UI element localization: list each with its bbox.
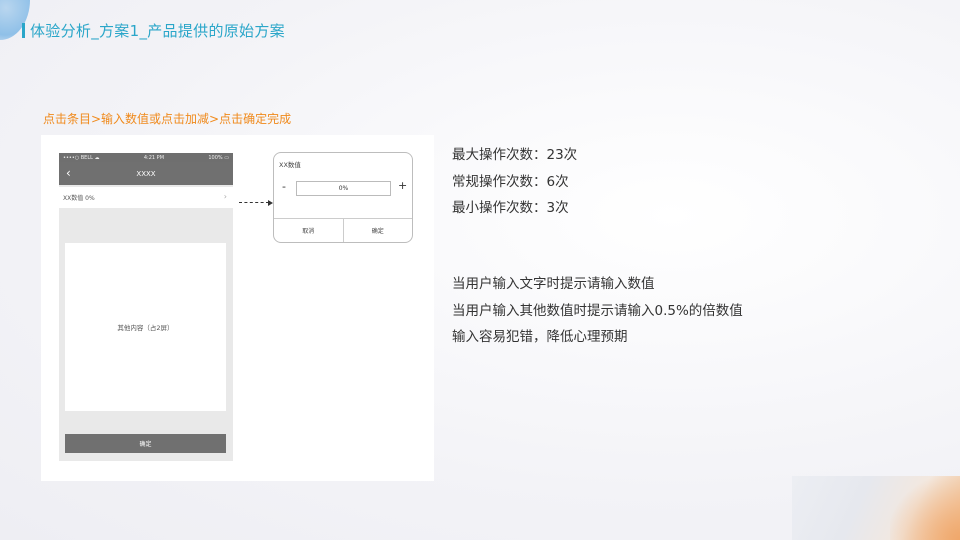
stat-max-operations: 最大操作次数：23次: [452, 147, 578, 163]
title-accent-bar: [22, 22, 25, 38]
note-multiple-value: 当用户输入其他数值时提示请输入0.5%的倍数值: [452, 302, 743, 319]
nav-bar: ‹ XXXX: [59, 162, 233, 185]
confirm-button[interactable]: 确定: [65, 434, 226, 453]
dialog-ok-label: 确定: [371, 228, 384, 235]
slide-title-text: 体验分析_方案1_产品提供的原始方案: [30, 21, 285, 40]
operation-stats: 最大操作次数：23次 常规操作次数：6次 最小操作次数：3次: [452, 142, 577, 222]
status-bar: ••••○ BELL ☁ 4:21 PM 100% ▭: [59, 153, 233, 162]
value-input-text: 0%: [338, 185, 349, 192]
dialog-cancel-button[interactable]: 取消: [274, 219, 343, 242]
confirm-button-label: 确定: [139, 441, 152, 448]
mockup-panel: ••••○ BELL ☁ 4:21 PM 100% ▭ ‹ XXXX XX数值 …: [41, 135, 434, 481]
content-placeholder-text: 其他内容（占2屏）: [117, 324, 174, 332]
stat-normal-operations: 常规操作次数：6次: [452, 173, 569, 190]
status-time: 4:21 PM: [143, 154, 165, 161]
list-row-label: XX数值 0%: [63, 195, 95, 202]
dialog-ok-button[interactable]: 确定: [342, 219, 413, 242]
status-battery: 100% ▭: [208, 154, 229, 161]
value-input[interactable]: 0%: [296, 181, 391, 196]
stat-min-operations: 最小操作次数：3次: [452, 200, 569, 216]
value-input-dialog: XX数值 - 0% + 取消 确定: [273, 152, 413, 243]
corner-decoration-bottom-right: [792, 476, 960, 540]
flow-caption: 点击条目>输入数值或点击加减>点击确定完成: [43, 112, 292, 126]
dialog-title: XX数值: [279, 161, 301, 169]
dialog-cancel-label: 取消: [302, 228, 315, 235]
note-error-prone: 输入容易犯错，降低心理预期: [452, 329, 628, 345]
chevron-right-icon: ›: [223, 192, 227, 201]
list-row-xx-value[interactable]: XX数值 0% ›: [59, 187, 233, 208]
dialog-button-row: 取消 确定: [274, 218, 412, 242]
content-placeholder: 其他内容（占2屏）: [65, 243, 226, 411]
validation-notes: 当用户输入文字时提示请输入数值 当用户输入其他数值时提示请输入0.5%的倍数值 …: [452, 271, 743, 351]
slide-title: 体验分析_方案1_产品提供的原始方案: [22, 21, 285, 40]
increment-button[interactable]: +: [398, 180, 407, 191]
note-text-input: 当用户输入文字时提示请输入数值: [452, 276, 655, 292]
flow-arrow-icon: [239, 200, 273, 206]
decrement-button[interactable]: -: [282, 181, 286, 192]
back-arrow-icon[interactable]: ‹: [66, 167, 71, 179]
phone-mockup: ••••○ BELL ☁ 4:21 PM 100% ▭ ‹ XXXX XX数值 …: [59, 153, 233, 461]
status-carrier: ••••○ BELL ☁: [63, 154, 100, 161]
nav-title: XXXX: [136, 169, 156, 178]
